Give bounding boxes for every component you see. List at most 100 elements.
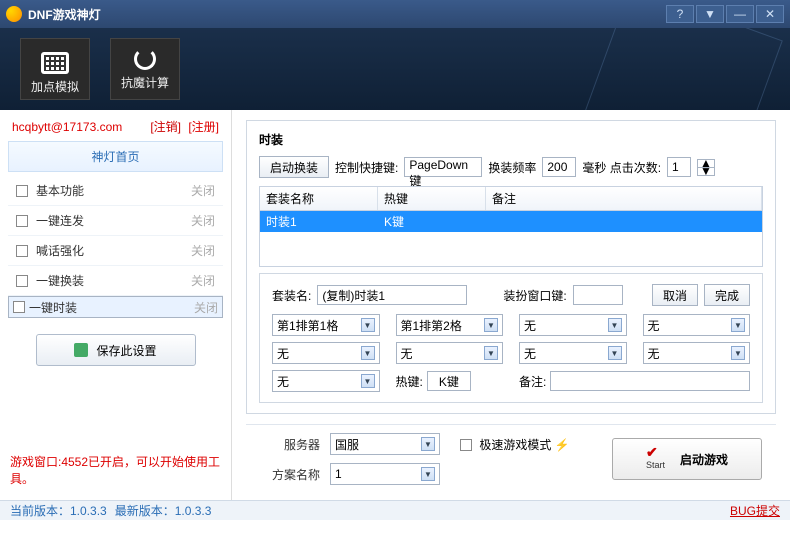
start-label: 启动游戏 [680,451,728,468]
server-select[interactable]: 国服▼ [330,433,440,455]
reload-icon [134,48,156,70]
click-count-input[interactable] [667,157,691,177]
calculator-icon [41,52,69,74]
nav-label: 喊话强化 [36,242,183,259]
nav-status: 关闭 [191,242,215,259]
nav-label: 一键换装 [36,272,183,289]
cell-set-name: 时装1 [260,211,378,232]
nav-label: 基本功能 [36,182,183,199]
hotkey-label: 热键: [396,373,423,390]
cancel-button[interactable]: 取消 [652,284,698,306]
set-name-input[interactable] [317,285,467,305]
content: 时装 启动换装 控制快捷键: PageDown键 换装频率 毫秒 点击次数: ▲… [232,110,790,500]
slot-select-5[interactable]: 无▼ [272,342,380,364]
swap-freq-input[interactable] [542,157,576,177]
edit-group: 套装名: 装扮窗口键: 取消 完成 第1排第1格▼ 第1排第2格▼ 无▼ 无▼ … [259,273,763,403]
save-settings-button[interactable]: 保存此设置 [36,334,196,366]
point-sim-button[interactable]: 加点模拟 [20,38,90,100]
sidebar: hcqbytt@17173.com [注销] [注册] 神灯首页 基本功能 关闭… [0,110,232,500]
col-hotkey: 热键 [378,187,486,210]
set-name-label: 套装名: [272,287,311,304]
nav-item-fashion[interactable]: 一键时装 关闭 [8,296,223,318]
logout-link[interactable]: [注销] [150,120,181,134]
ctrl-hotkey-value[interactable]: PageDown键 [404,157,482,177]
start-icon [646,448,672,470]
plan-label: 方案名称 [260,466,320,483]
hotkey-input[interactable] [427,371,471,391]
dress-window-label: 装扮窗口键: [503,287,566,304]
spinner-icon[interactable]: ▲▼ [697,159,715,176]
fashion-group: 时装 启动换装 控制快捷键: PageDown键 换装频率 毫秒 点击次数: ▲… [246,120,776,414]
table-empty-area [260,232,762,266]
nav-status: 关闭 [191,212,215,229]
checkbox[interactable] [16,275,28,287]
finish-button[interactable]: 完成 [704,284,750,306]
dropdown-button[interactable]: ▼ [696,5,724,23]
help-button[interactable]: ? [666,5,694,23]
start-swap-button[interactable]: 启动换装 [259,156,329,178]
dress-window-input[interactable] [573,285,623,305]
resist-calc-button[interactable]: 抗魔计算 [110,38,180,100]
table-row[interactable]: 时装1 K键 [260,211,762,232]
slot-select-4[interactable]: 无▼ [643,314,751,336]
remark-input[interactable] [550,371,750,391]
nav-item-swap[interactable]: 一键换装 关闭 [8,266,223,296]
status-bar: 当前版本：1.0.3.3 最新版本：1.0.3.3 BUG提交 [0,500,790,520]
server-label: 服务器 [260,436,320,453]
app-icon [6,6,22,22]
checkbox[interactable] [16,185,28,197]
main-area: hcqbytt@17173.com [注销] [注册] 神灯首页 基本功能 关闭… [0,110,790,500]
cell-remark [486,211,762,232]
slot-select-9[interactable]: 无▼ [272,370,380,392]
chevron-down-icon: ▼ [484,318,498,332]
control-row: 启动换装 控制快捷键: PageDown键 换装频率 毫秒 点击次数: ▲▼ [259,156,763,178]
nav-item-basic[interactable]: 基本功能 关闭 [8,176,223,206]
ctrl-hotkey-label: 控制快捷键: [335,159,398,176]
chevron-down-icon: ▼ [361,374,375,388]
current-version: 当前版本：1.0.3.3 [10,502,107,519]
account-links: [注销] [注册] [146,118,219,135]
toolbar: 加点模拟 抗魔计算 [0,28,790,110]
fast-mode-checkbox[interactable] [460,439,472,451]
bug-report-link[interactable]: BUG提交 [730,502,780,519]
fast-mode-wrap: 极速游戏模式 ⚡ [460,436,602,453]
col-set-name: 套装名称 [260,187,378,210]
section-label: 时装 [259,131,763,148]
cell-hotkey: K键 [378,211,486,232]
toolbtn-label: 加点模拟 [31,78,79,95]
chevron-down-icon: ▼ [361,346,375,360]
chevron-down-icon: ▼ [361,318,375,332]
nav-item-burst[interactable]: 一键连发 关闭 [8,206,223,236]
close-button[interactable]: ✕ [756,5,784,23]
chevron-down-icon: ▼ [421,467,435,481]
slot-select-2[interactable]: 第1排第2格▼ [396,314,504,336]
slot-select-1[interactable]: 第1排第1格▼ [272,314,380,336]
remark-cell: 备注: [519,370,750,392]
col-remark: 备注 [486,187,762,210]
username: hcqbytt@17173.com [12,120,122,134]
chevron-down-icon: ▼ [608,346,622,360]
chevron-down-icon: ▼ [731,318,745,332]
slot-select-8[interactable]: 无▼ [643,342,751,364]
chevron-down-icon: ▼ [484,346,498,360]
checkbox[interactable] [16,215,28,227]
slot-select-7[interactable]: 无▼ [519,342,627,364]
checkbox[interactable] [13,301,25,313]
plan-select[interactable]: 1▼ [330,463,440,485]
register-link[interactable]: [注册] [188,120,219,134]
minimize-button[interactable]: — [726,5,754,23]
window-title: DNF游戏神灯 [28,6,664,23]
nav-item-shout[interactable]: 喊话强化 关闭 [8,236,223,266]
game-window-message: 游戏窗口:4552已开启，可以开始使用工具。 [8,450,223,492]
checkbox[interactable] [16,245,28,257]
latest-version: 最新版本：1.0.3.3 [115,502,212,519]
hotkey-cell: 热键: [396,370,504,392]
start-game-button[interactable]: 启动游戏 [612,438,762,480]
nav-header[interactable]: 神灯首页 [8,141,223,172]
nav-status: 关闭 [194,299,218,316]
nav-status: 关闭 [191,272,215,289]
slot-select-6[interactable]: 无▼ [396,342,504,364]
toolbtn-label: 抗魔计算 [121,74,169,91]
slot-grid: 第1排第1格▼ 第1排第2格▼ 无▼ 无▼ 无▼ 无▼ 无▼ 无▼ 无▼ 热键:… [272,314,750,392]
slot-select-3[interactable]: 无▼ [519,314,627,336]
